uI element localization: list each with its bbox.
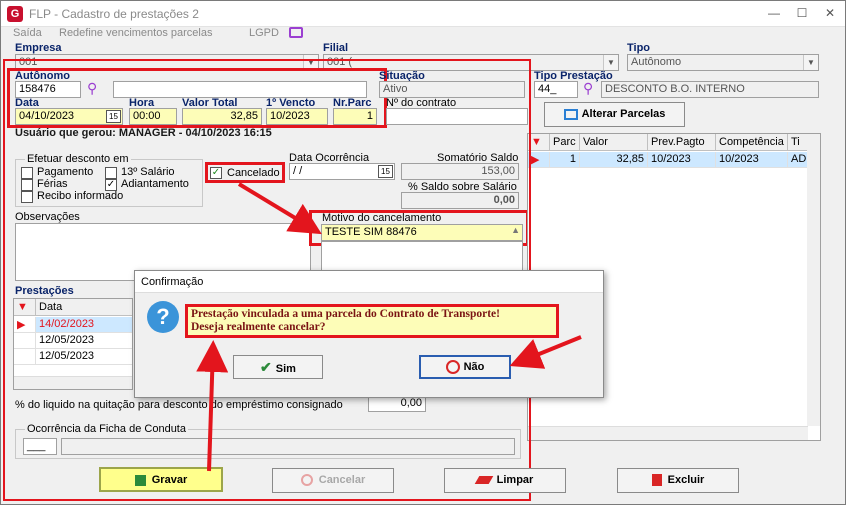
- dialog-message-line1: Prestação vinculada a uma parcela do Con…: [191, 308, 500, 320]
- table-cell[interactable]: 10/2023: [716, 152, 788, 168]
- menu-lgpd[interactable]: LGPD: [249, 27, 279, 39]
- tipo-prestacao-desc-field: DESCONTO B.O. INTERNO: [601, 81, 819, 98]
- cancel-icon: [445, 360, 460, 375]
- vertical-scrollbar[interactable]: [807, 134, 820, 426]
- empresa-label: Empresa: [15, 42, 62, 54]
- confirm-dialog: Confirmação ? Prestação vinculada a uma …: [134, 270, 604, 398]
- table-cell[interactable]: 10/2023: [648, 152, 716, 168]
- checkmark-icon: ✔: [260, 359, 272, 375]
- col-valor[interactable]: Valor: [580, 134, 648, 151]
- sort-arrow-icon[interactable]: ▼: [528, 134, 550, 151]
- table-cell[interactable]: 32,85: [580, 152, 648, 168]
- question-icon: ?: [147, 301, 179, 333]
- sim-button[interactable]: ✔ Sim: [233, 355, 323, 379]
- gravar-button[interactable]: Gravar: [99, 467, 223, 492]
- window-title: FLP - Cadastro de prestações 2: [29, 7, 199, 21]
- col-prev-pagto[interactable]: Prev.Pagto: [648, 134, 716, 151]
- menu-redefine-vencimentos[interactable]: Redefine vencimentos parcelas: [59, 27, 212, 39]
- chevron-down-icon: ▼: [603, 55, 618, 70]
- close-window-button[interactable]: ✕: [817, 3, 843, 23]
- cancelar-button[interactable]: Cancelar: [272, 468, 394, 493]
- save-icon: [134, 474, 146, 486]
- table-cell[interactable]: AD: [788, 152, 808, 168]
- tipo-label: Tipo: [627, 42, 651, 54]
- filial-label: Filial: [323, 42, 349, 54]
- maximize-button[interactable]: ☐: [789, 3, 815, 23]
- cancel-icon: [300, 474, 313, 487]
- eraser-icon: [474, 476, 493, 485]
- dialog-message: Prestação vinculada a uma parcela do Con…: [188, 307, 556, 335]
- limpar-button[interactable]: Limpar: [444, 468, 566, 493]
- nao-button[interactable]: Não: [419, 355, 511, 379]
- dialog-title: Confirmação: [135, 271, 603, 293]
- menu-saida[interactable]: Saída: [13, 27, 42, 39]
- row-indicator-icon: ▶: [528, 152, 550, 168]
- col-parc[interactable]: Parc: [550, 134, 580, 151]
- search-icon[interactable]: ⚲: [583, 80, 593, 97]
- tipo-prestacao-code-field[interactable]: 44_: [534, 81, 578, 98]
- lgpd-icon[interactable]: [289, 27, 303, 38]
- title-bar: G FLP - Cadastro de prestações 2 — ☐ ✕: [1, 1, 845, 27]
- main-window: G FLP - Cadastro de prestações 2 — ☐ ✕ S…: [0, 0, 846, 505]
- trash-icon: [651, 474, 662, 487]
- tipo-select[interactable]: Autônomo ▼: [627, 54, 819, 71]
- table-icon: [563, 108, 578, 120]
- col-ti[interactable]: Ti: [788, 134, 808, 151]
- excluir-button[interactable]: Excluir: [617, 468, 739, 493]
- chevron-down-icon: ▼: [803, 55, 818, 70]
- alterar-parcelas-button[interactable]: Alterar Parcelas: [544, 102, 685, 127]
- horizontal-scrollbar[interactable]: [528, 426, 808, 440]
- minimize-button[interactable]: —: [761, 3, 787, 23]
- col-competencia[interactable]: Competência: [716, 134, 788, 151]
- app-logo-icon: G: [7, 6, 23, 22]
- table-cell[interactable]: 1: [550, 152, 580, 168]
- menu-bar: Saída Redefine vencimentos parcelas LGPD: [1, 27, 845, 43]
- dialog-message-line2: Deseja realmente cancelar?: [191, 321, 326, 333]
